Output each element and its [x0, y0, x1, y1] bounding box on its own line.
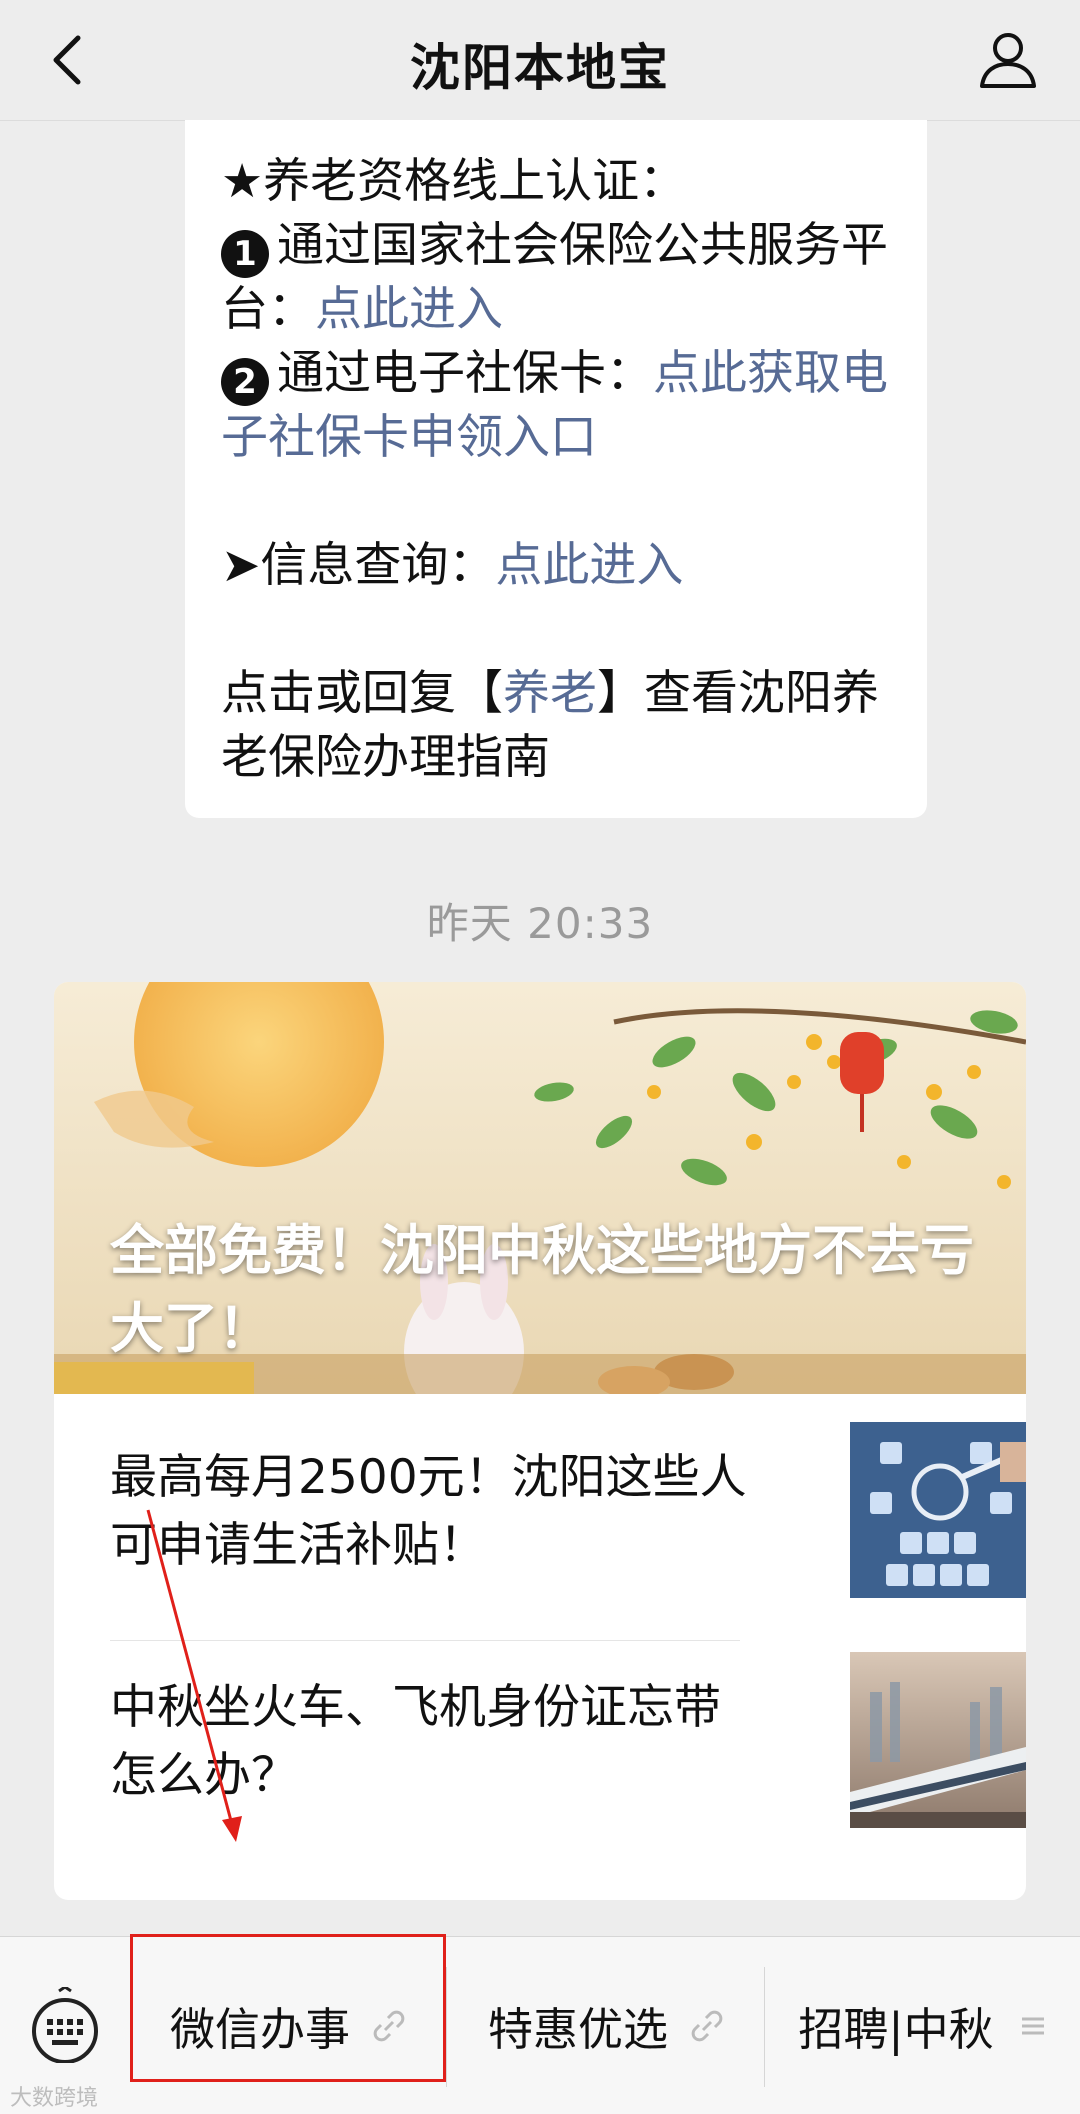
link-enter-query[interactable]: 点此进入 [495, 538, 683, 593]
nav-bar: 沈阳本地宝 [0, 0, 1080, 121]
guide-prefix: 点击或回复【 [221, 666, 503, 721]
menu-lines-icon [1021, 2017, 1044, 2034]
menu-separator [446, 1967, 447, 2087]
user-icon[interactable] [976, 28, 1040, 92]
article-cover-title: 全部免费！沈阳中秋这些地方不去亏大了！ [110, 1219, 974, 1360]
message-item-2-text: 通过电子社保卡： [277, 346, 653, 401]
message-item-1: 1 通过国家社会保险公共服务平台：点此进入 [221, 214, 891, 342]
highlight-box [130, 1934, 446, 2082]
menu-item-label: 特惠优选 [487, 2003, 668, 2056]
message-bubble: ★养老资格线上认证： 1 通过国家社会保险公共服务平台：点此进入 2 通过电子社保卡… [185, 120, 927, 818]
query-label: ➤信息查询： [221, 538, 496, 593]
page-title: 沈阳本地宝 [410, 39, 670, 97]
article-thumbnail [850, 1422, 1026, 1598]
article-thumbnail [850, 1652, 1026, 1828]
menu-item-recruit-midautumn[interactable]: 招聘|中秋 [768, 1937, 1080, 2114]
article-item-title: 中秋坐火车、飞机身份证忘带怎么办？ [110, 1680, 721, 1803]
link-enter-1[interactable]: 点此进入 [315, 282, 503, 337]
link-icon [691, 2010, 723, 2041]
article-item-title: 最高每月2500元！沈阳这些人可申请生活补贴！ [110, 1450, 747, 1573]
keyboard-icon[interactable] [30, 1987, 100, 2063]
menu-separator [764, 1967, 765, 2087]
message-guide-line: 点击或回复【养老】查看沈阳养老保险办理指南 [221, 662, 891, 790]
watermark: 大数跨境 [10, 2086, 99, 2111]
message-line-heading: ★养老资格线上认证： [221, 154, 687, 209]
number-2-badge: 2 [221, 358, 269, 406]
article-list-item[interactable]: 最高每月2500元！沈阳这些人可申请生活补贴！ [110, 1394, 1026, 1622]
menu-item-special-offers[interactable]: 特惠优选 [450, 1937, 762, 2114]
article-cover[interactable]: 全部免费！沈阳中秋这些地方不去亏大了！ [54, 982, 1026, 1394]
link-pension-keyword[interactable]: 养老 [503, 666, 597, 721]
message-query-line: ➤信息查询：点此进入 [221, 534, 891, 598]
article-card: 全部免费！沈阳中秋这些地方不去亏大了！ 最高每月2500元！沈阳这些人可申请生活… [54, 982, 1026, 1900]
article-list-item[interactable]: 中秋坐火车、飞机身份证忘带怎么办？ [110, 1624, 1026, 1852]
number-1-badge: 1 [221, 230, 269, 278]
message-timestamp: 昨天 20:33 [426, 899, 654, 948]
message-item-2: 2 通过电子社保卡：点此获取电子社保卡申领入口 [221, 342, 891, 470]
menu-item-label: 招聘|中秋 [798, 2003, 994, 2056]
